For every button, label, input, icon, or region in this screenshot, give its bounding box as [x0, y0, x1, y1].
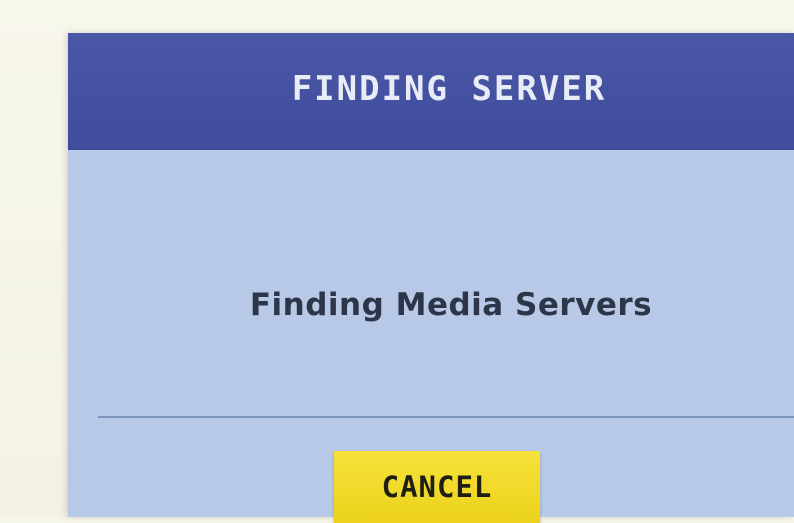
status-message: Finding Media Servers	[249, 287, 653, 323]
divider	[98, 416, 794, 418]
cancel-button[interactable]: CANCEL	[334, 451, 540, 523]
dialog-title-bar: FINDING SERVER	[68, 33, 794, 150]
dialog-title: FINDING SERVER	[291, 69, 607, 109]
finding-server-dialog: FINDING SERVER Finding Media Servers CAN…	[68, 33, 794, 523]
